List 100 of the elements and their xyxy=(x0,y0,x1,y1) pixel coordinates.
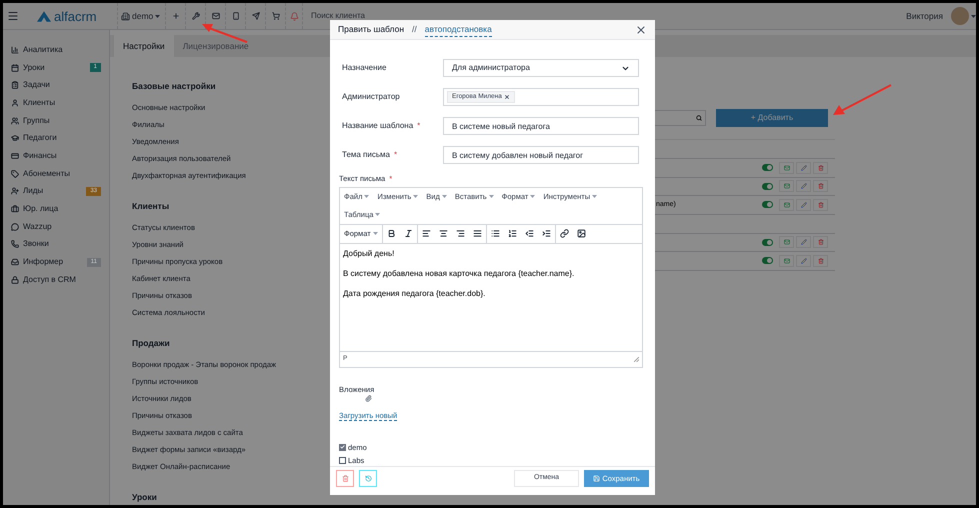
edit-button[interactable] xyxy=(796,198,811,211)
chat-icon xyxy=(11,222,19,231)
paperclip-icon xyxy=(365,394,372,402)
toggle-switch[interactable] xyxy=(762,238,773,246)
numbered-list-icon[interactable] xyxy=(508,229,517,238)
client-search-field[interactable]: Поиск клиента xyxy=(311,10,511,22)
image-icon[interactable] xyxy=(576,229,586,238)
caret-icon xyxy=(530,195,536,198)
lock-icon xyxy=(11,276,19,284)
sidebar-item[interactable]: Доступ в CRM xyxy=(11,270,101,289)
clipboard-icon xyxy=(11,81,19,90)
mail-icon xyxy=(784,164,790,171)
branch-selector[interactable]: demo xyxy=(132,10,154,22)
align-right-icon[interactable] xyxy=(456,229,465,238)
text-field[interactable]: В систему добавлен новый педагог xyxy=(443,146,639,164)
caret-icon xyxy=(442,195,447,198)
checkbox[interactable] xyxy=(339,456,346,464)
trash-icon xyxy=(818,258,824,264)
sidebar-item[interactable]: Задачи xyxy=(11,76,101,94)
bold-icon[interactable] xyxy=(386,229,396,238)
remove-icon[interactable] xyxy=(504,94,510,100)
edit-button[interactable] xyxy=(796,180,811,192)
toggle-switch[interactable] xyxy=(762,257,773,264)
outdent-icon[interactable] xyxy=(524,229,534,238)
bullet-list-icon[interactable] xyxy=(490,229,500,238)
caret-icon xyxy=(155,14,160,18)
trash-icon xyxy=(818,164,824,171)
mail-button[interactable] xyxy=(779,254,794,267)
send-icon[interactable] xyxy=(252,12,260,20)
edit-button[interactable] xyxy=(796,236,811,248)
editor-body[interactable]: Добрый день! В систему добавлена новая карточка педагога {teacher.name}. Дата рождения педагога {teacher.dob}. xyxy=(340,244,642,350)
field-label: Тема письма xyxy=(342,149,390,162)
field-label: Назначение xyxy=(342,62,386,74)
save-icon xyxy=(593,474,600,482)
mail-button[interactable] xyxy=(779,180,794,192)
caret-icon xyxy=(364,195,370,198)
section-heading: Клиенты xyxy=(132,201,170,211)
caret-icon xyxy=(375,213,380,216)
toggle-switch[interactable] xyxy=(762,201,773,208)
tab[interactable]: Настройки xyxy=(114,35,174,57)
mail-button[interactable] xyxy=(779,236,794,248)
menu-icon[interactable] xyxy=(7,10,19,22)
sidebar-item[interactable]: Юр. лица xyxy=(11,200,101,218)
trash-icon xyxy=(818,202,824,208)
pencil-icon xyxy=(800,239,806,246)
editor-paragraph: В систему добавлена новая карточка педагога {teacher.name}. xyxy=(343,268,576,280)
inbox-icon xyxy=(11,258,19,266)
mail-icon xyxy=(784,202,790,208)
mail-icon xyxy=(784,239,790,246)
sidebar-item[interactable]: Группы xyxy=(11,112,101,130)
trash-icon xyxy=(818,239,824,246)
pencil-icon xyxy=(800,202,806,208)
delete-button[interactable] xyxy=(336,470,354,487)
history-button[interactable] xyxy=(359,470,377,487)
sidebar-item[interactable]: Аналитика xyxy=(11,41,101,59)
text-field[interactable]: В системе новый педагога xyxy=(443,117,639,136)
section-heading: Базовые настройки xyxy=(132,81,216,91)
toggle-switch[interactable] xyxy=(762,164,773,172)
close-icon[interactable] xyxy=(635,24,647,36)
align-center-icon[interactable] xyxy=(438,229,448,238)
bell-icon[interactable] xyxy=(290,12,298,20)
sidebar-item[interactable]: Финансы xyxy=(11,147,101,165)
autofill-link[interactable]: автоподстановка xyxy=(424,22,492,36)
mail-icon[interactable] xyxy=(212,12,220,20)
checkbox[interactable] xyxy=(339,444,346,451)
align-justify-icon[interactable] xyxy=(472,229,482,238)
caret-icon xyxy=(413,195,418,198)
toggle-switch[interactable] xyxy=(762,182,773,190)
sidebar-item[interactable]: Педагоги xyxy=(11,129,101,148)
building-icon xyxy=(121,12,130,20)
sidebar-item[interactable]: Клиенты xyxy=(11,94,101,112)
briefcase-icon xyxy=(11,205,19,214)
sidebar-item[interactable]: Звонки xyxy=(11,236,101,254)
italic-icon[interactable] xyxy=(404,229,413,238)
arrow-drawing xyxy=(202,24,248,43)
resize-handle-icon[interactable] xyxy=(634,356,639,362)
tab[interactable]: Лицензирование xyxy=(174,35,258,57)
pencil-icon xyxy=(800,183,806,190)
sidebar-item[interactable]: Wazzup xyxy=(11,218,101,236)
align-left-icon[interactable] xyxy=(422,229,431,238)
mail-button[interactable] xyxy=(779,162,794,174)
link-icon[interactable] xyxy=(560,229,569,238)
indent-icon[interactable] xyxy=(542,229,551,238)
user-name[interactable]: Виктория xyxy=(906,10,943,22)
purpose-select[interactable]: Для администратора xyxy=(443,59,639,78)
avatar[interactable] xyxy=(951,7,969,25)
edit-button[interactable] xyxy=(796,254,811,267)
plus-icon[interactable] xyxy=(172,12,180,20)
phone-icon[interactable] xyxy=(232,12,240,20)
cart-icon[interactable] xyxy=(272,12,280,20)
edit-button[interactable] xyxy=(796,162,811,174)
sidebar-item[interactable]: Абонементы xyxy=(11,164,101,182)
graduation-cap-icon xyxy=(11,134,19,142)
logo-icon xyxy=(37,10,51,22)
users-icon xyxy=(11,116,19,125)
wrench-icon[interactable] xyxy=(192,12,200,20)
caret-icon xyxy=(488,195,494,198)
trash-icon xyxy=(818,183,824,190)
mail-button[interactable] xyxy=(779,198,794,211)
caret-icon xyxy=(372,232,378,235)
